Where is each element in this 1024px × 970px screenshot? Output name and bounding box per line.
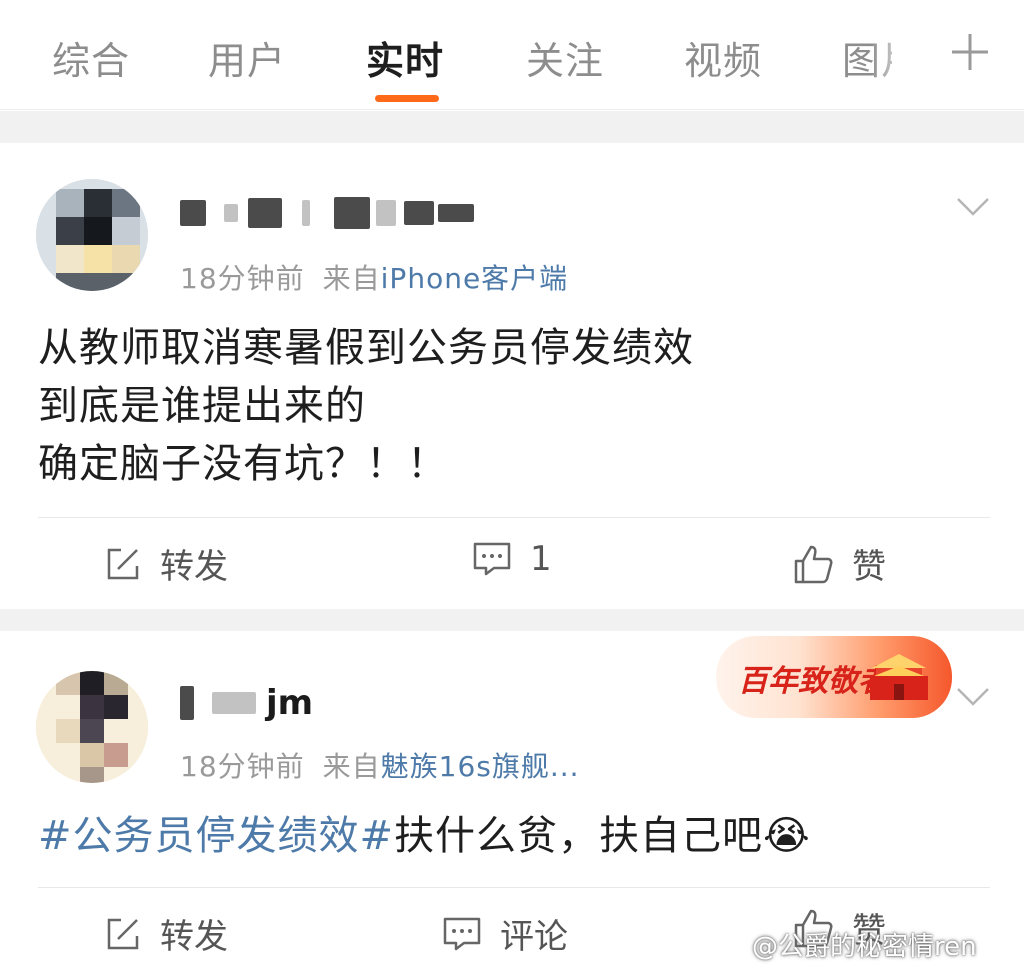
post-time: 18分钟前 <box>180 750 305 783</box>
blurred-name <box>376 200 396 226</box>
post-text: 扶什么贫，扶自己吧 <box>394 813 764 859</box>
username[interactable] <box>180 191 474 235</box>
avatar[interactable] <box>36 179 148 291</box>
gate-tower-icon <box>870 654 928 700</box>
like-button[interactable]: 赞 <box>792 539 886 588</box>
comment-icon <box>473 542 511 576</box>
blurred-name <box>248 198 282 228</box>
crying-emoji-icon: 😭 <box>763 813 811 859</box>
repost-button[interactable]: 转发 <box>104 909 228 958</box>
content-line: 从教师取消寒暑假到公务员停发绩效 <box>38 325 694 371</box>
avatar-image <box>36 179 148 291</box>
post-time: 18分钟前 <box>180 262 305 295</box>
tab-realtime[interactable]: 实时 <box>366 30 444 85</box>
tab-following[interactable]: 关注 <box>526 30 604 85</box>
blurred-name <box>334 197 370 229</box>
username[interactable]: jm <box>180 681 313 725</box>
repost-icon <box>107 918 139 949</box>
blurred-name <box>180 200 206 226</box>
content-line: 确定脑子没有坑？！！ <box>38 441 448 487</box>
divider <box>38 517 990 518</box>
section-gap <box>0 111 1024 143</box>
anniversary-badge: 百年致敬者 <box>716 636 952 718</box>
post-content: 从教师取消寒暑假到公务员停发绩效 到底是谁提出来的 确定脑子没有坑？！！ <box>38 319 694 493</box>
source-prefix: 来自 <box>322 262 381 295</box>
post-meta: 18分钟前 来自魅族16s旗舰... <box>180 745 580 785</box>
blurred-name <box>180 686 194 720</box>
repost-label: 转发 <box>160 547 228 587</box>
content-line: 到底是谁提出来的 <box>38 383 366 429</box>
source-prefix: 来自 <box>322 750 381 783</box>
active-tab-indicator <box>375 95 439 102</box>
thumbs-up-icon <box>794 545 833 583</box>
divider <box>38 887 990 888</box>
post-card[interactable]: 18分钟前 来自iPhone客户端 从教师取消寒暑假到公务员停发绩效 到底是谁提出… <box>0 143 1024 609</box>
post-source[interactable]: 魅族16s旗舰... <box>381 750 580 783</box>
username-text: jm <box>266 683 314 723</box>
add-tab-icon[interactable] <box>948 30 992 74</box>
blurred-name <box>404 201 434 225</box>
post-meta: 18分钟前 来自iPhone客户端 <box>180 257 568 297</box>
post-source[interactable]: iPhone客户端 <box>381 262 569 295</box>
blurred-name <box>224 204 238 222</box>
tab-users[interactable]: 用户 <box>208 30 286 85</box>
repost-button[interactable]: 转发 <box>104 539 228 588</box>
blurred-name <box>438 204 474 222</box>
tab-fade-overlay <box>870 20 940 90</box>
comment-count: 1 <box>530 539 552 579</box>
repost-label: 转发 <box>160 917 228 957</box>
watermark: @公爵的秘密情ren <box>752 932 977 962</box>
post-card[interactable]: jm 百年致敬者 18分钟前 来自魅族16s旗舰... #公务员停发绩效#扶什么贫… <box>0 631 1024 970</box>
hashtag-link[interactable]: #公务员停发绩效# <box>38 813 394 859</box>
search-tab-bar: 综合 用户 实时 关注 视频 图片 <box>0 0 1024 110</box>
avatar[interactable] <box>36 671 148 783</box>
section-gap <box>0 609 1024 631</box>
comment-button[interactable]: 评论 <box>442 909 568 958</box>
avatar-image <box>36 671 148 783</box>
blurred-name <box>302 200 310 226</box>
chevron-down-icon[interactable] <box>956 197 990 217</box>
comment-label: 评论 <box>500 917 568 957</box>
blurred-name <box>212 692 256 714</box>
comment-button[interactable]: 1 <box>472 539 552 579</box>
chevron-down-icon[interactable] <box>956 687 990 707</box>
like-label: 赞 <box>852 547 886 587</box>
repost-icon <box>107 548 139 579</box>
tab-comprehensive[interactable]: 综合 <box>52 30 130 85</box>
tab-video[interactable]: 视频 <box>684 30 762 85</box>
comment-icon <box>443 917 481 950</box>
post-content: #公务员停发绩效#扶什么贫，扶自己吧😭 <box>38 807 811 865</box>
